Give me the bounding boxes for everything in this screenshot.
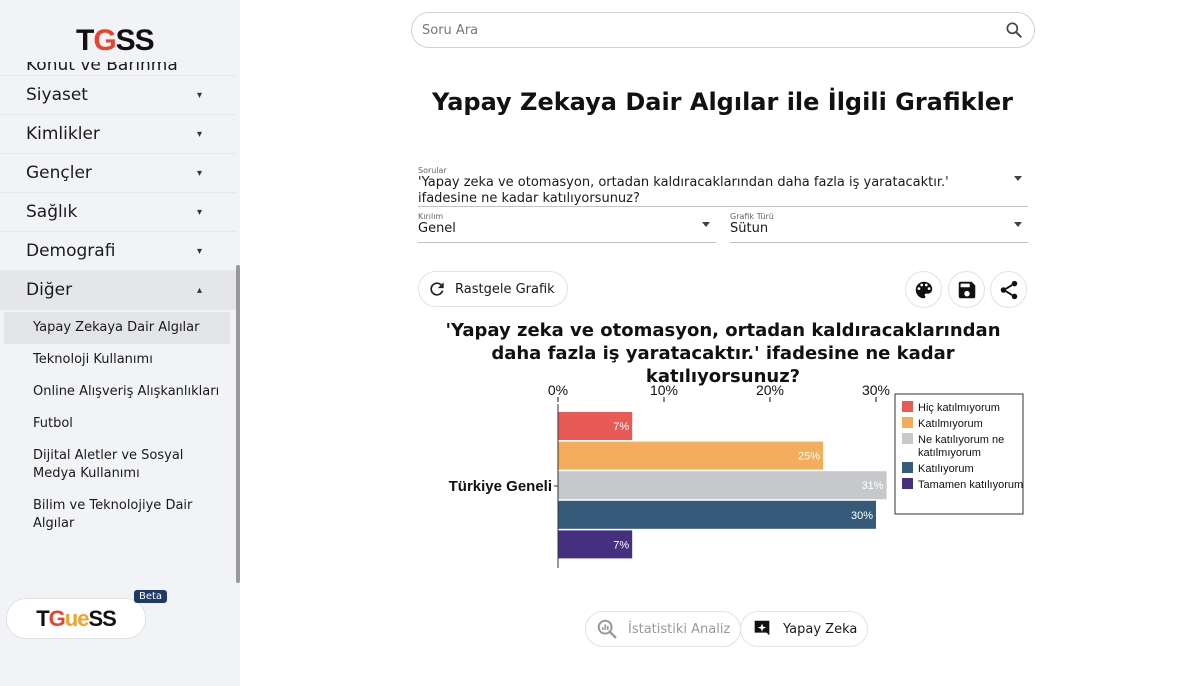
app-root: TGSS Konut ve Barınma Siyaset ▾ Kimlikle…	[0, 0, 1200, 686]
dropdown-arrow-icon	[1014, 176, 1022, 181]
sidebar-item-konut[interactable]: Konut ve Barınma	[0, 62, 236, 76]
sidebar-item-label: Demografi	[26, 241, 116, 261]
ai-sparkle-icon	[754, 620, 770, 636]
sidebar-scrollbar[interactable]	[236, 265, 240, 583]
breakdown-select-label: Kırılım	[418, 212, 444, 221]
legend-entry-label: Katılıyorum	[918, 463, 974, 475]
sidebar-item-label: Sağlık	[26, 202, 78, 222]
x-tick-label: 10%	[650, 382, 678, 398]
sidebar: TGSS Konut ve Barınma Siyaset ▾ Kimlikle…	[0, 0, 240, 686]
bar-value-label: 25%	[798, 451, 820, 463]
share-icon	[1000, 280, 1017, 299]
legend-entry-label: Tamamen katılıyorum	[918, 479, 1023, 491]
chart-type-select-value: Sütun	[730, 221, 769, 236]
sidebar-item-label: Kimlikler	[26, 124, 100, 144]
submenu-item-futbol[interactable]: Futbol	[4, 408, 230, 440]
breakdown-select[interactable]: Kırılım Genel	[418, 212, 716, 243]
bar-value-label: 30%	[851, 510, 873, 522]
sidebar-item-label: Siyaset	[26, 85, 88, 105]
chart-type-select[interactable]: Grafik Türü Sütun	[730, 212, 1028, 243]
legend-entry-label: Katılmıyorum	[918, 418, 983, 430]
sidebar-submenu-diger: Yapay Zekaya Dair Algılar Teknoloji Kull…	[0, 310, 236, 546]
bar-value-label: 7%	[613, 539, 629, 551]
x-tick-label: 30%	[862, 382, 890, 398]
legend-swatch	[902, 462, 913, 473]
submenu-item-bilim[interactable]: Bilim ve Teknolojiye Dair Algılar	[4, 490, 230, 540]
legend-swatch	[902, 401, 913, 412]
legend-swatch	[902, 478, 913, 489]
submenu-item-yapay-zeka[interactable]: Yapay Zekaya Dair Algılar	[4, 312, 230, 344]
search-icon[interactable]	[1004, 20, 1024, 40]
bar-chart: 0% 10% 20% 30% 7% 25% 31% 30% 7% Türkiye Geneli Hi…	[449, 382, 1024, 568]
bar	[558, 471, 887, 500]
sidebar-item-diger[interactable]: Diğer ▴	[0, 271, 236, 310]
share-button[interactable]	[990, 271, 1027, 308]
question-select-label: Sorular	[418, 166, 447, 175]
question-select-value: 'Yapay zeka ve otomasyon, ortadan kaldır…	[418, 175, 949, 206]
submenu-item-teknoloji[interactable]: Teknoloji Kullanımı	[4, 344, 230, 376]
legend-swatch	[902, 417, 913, 428]
caret-down-icon: ▾	[196, 245, 202, 257]
search-input[interactable]	[422, 22, 1004, 38]
page-title: Yapay Zekaya Dair Algılar ile İlgili Gra…	[432, 88, 1013, 116]
tguess-letter-t: T	[36, 605, 49, 631]
sidebar-item-label: Gençler	[26, 163, 92, 183]
sidebar-item-gencler[interactable]: Gençler ▾	[0, 154, 236, 193]
caret-down-icon: ▾	[196, 167, 202, 179]
caret-down-icon: ▾	[196, 89, 202, 101]
statistical-analysis-button[interactable]: İstatistiki Analiz	[585, 611, 742, 647]
submenu-item-dijital-aletler[interactable]: Dijital Aletler ve Sosyal Medya Kullanım…	[4, 440, 230, 490]
breakdown-select-value: Genel	[418, 221, 456, 236]
caret-down-icon: ▾	[196, 206, 202, 218]
palette-button[interactable]	[905, 271, 942, 308]
tguess-letters-ss: SS	[88, 605, 116, 631]
bar	[558, 441, 823, 470]
x-tick-label: 0%	[548, 382, 568, 398]
category-label: Türkiye Geneli	[449, 478, 552, 495]
ai-button[interactable]: Yapay Zeka	[740, 611, 869, 647]
save-icon	[958, 281, 975, 298]
logo-letter-g: G	[93, 24, 116, 57]
search-bar	[411, 12, 1035, 48]
dropdown-arrow-icon	[1014, 222, 1022, 227]
dropdown-arrow-icon	[702, 222, 710, 227]
analysis-magnifier-icon	[597, 619, 617, 639]
tguess-letter-g: G	[48, 605, 66, 631]
chart-type-select-label: Grafik Türü	[730, 212, 774, 221]
sidebar-item-label: Konut ve Barınma	[26, 62, 178, 75]
logo-letter-t: T	[76, 24, 94, 57]
sidebar-item-siyaset[interactable]: Siyaset ▾	[0, 76, 236, 115]
random-chart-button[interactable]: Rastgele Grafik	[418, 271, 568, 307]
refresh-icon	[430, 282, 444, 296]
submenu-item-online-alisveris[interactable]: Online Alışveriş Alışkanlıkları	[4, 376, 230, 408]
caret-up-icon: ▴	[196, 284, 202, 296]
x-tick-label: 20%	[756, 382, 784, 398]
ai-label: Yapay Zeka	[783, 621, 858, 637]
tguess-letters-ue: ue	[64, 605, 90, 631]
bar-value-label: 7%	[613, 421, 629, 433]
bar-value-label: 31%	[862, 480, 884, 492]
sidebar-menu: Konut ve Barınma Siyaset ▾ Kimlikler ▾ G…	[0, 62, 236, 582]
sidebar-item-demografi[interactable]: Demografi ▾	[0, 232, 236, 271]
sidebar-item-saglik[interactable]: Sağlık ▾	[0, 193, 236, 232]
question-select[interactable]: Sorular 'Yapay zeka ve otomasyon, ortada…	[418, 166, 1028, 207]
statistical-analysis-label: İstatistiki Analiz	[628, 621, 731, 637]
random-chart-label: Rastgele Grafik	[455, 281, 555, 297]
tguess-button[interactable]: T Gue SS	[6, 598, 146, 639]
logo-letters-ss: SS	[115, 24, 155, 57]
legend-swatch	[902, 433, 913, 444]
tgss-logo[interactable]: TGSS	[76, 24, 155, 58]
save-button[interactable]	[948, 271, 985, 308]
beta-badge: Beta	[134, 590, 168, 603]
sidebar-item-label: Diğer	[26, 280, 73, 300]
palette-icon	[915, 281, 932, 298]
bar	[558, 500, 876, 529]
sidebar-item-kimlikler[interactable]: Kimlikler ▾	[0, 115, 236, 154]
legend-entry-label: Hiç katılmıyorum	[918, 402, 1000, 414]
caret-down-icon: ▾	[196, 128, 202, 140]
